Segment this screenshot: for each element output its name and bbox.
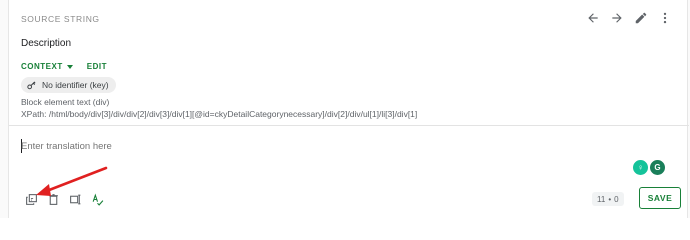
translation-area: ♀ G: [9, 127, 689, 187]
identifier-text: No identifier (key): [42, 80, 109, 90]
context-row: CONTEXT EDIT: [21, 62, 107, 71]
pencil-icon[interactable]: [633, 10, 649, 26]
source-description: Description: [21, 38, 72, 49]
grammarly-icon[interactable]: G: [650, 160, 665, 175]
translation-input[interactable]: [21, 141, 621, 152]
delete-icon[interactable]: [45, 191, 61, 207]
chevron-down-icon: [66, 64, 73, 69]
identifier-chip: No identifier (key): [21, 77, 116, 93]
editor-toolbar: 11 • 0 SAVE: [9, 186, 689, 214]
arrow-left-icon[interactable]: [585, 10, 601, 26]
copy-source-icon[interactable]: [23, 191, 39, 207]
block-type-text: Block element text (div): [21, 97, 110, 107]
context-label: CONTEXT: [21, 62, 63, 71]
extension-badge-icon[interactable]: ♀: [633, 160, 648, 175]
more-vert-icon[interactable]: [657, 10, 673, 26]
editor-card: SOURCE STRING Description CONTEXT EDIT N…: [8, 0, 689, 218]
element-info: Block element text (div) XPath: /html/bo…: [21, 97, 417, 120]
source-actions: [585, 10, 673, 26]
character-counter: 11 • 0: [592, 192, 624, 206]
context-toggle[interactable]: CONTEXT: [21, 62, 73, 71]
key-icon: [27, 80, 36, 89]
save-button[interactable]: SAVE: [639, 187, 681, 209]
arrow-right-icon[interactable]: [609, 10, 625, 26]
source-string-section: SOURCE STRING Description CONTEXT EDIT N…: [9, 0, 689, 126]
source-string-label: SOURCE STRING: [21, 14, 100, 24]
toolbar-tools: [23, 191, 105, 207]
counter-value: 11: [597, 194, 606, 204]
counter-value-2: 0: [614, 194, 619, 204]
extension-badges: ♀ G: [633, 160, 665, 175]
edit-context-link[interactable]: EDIT: [87, 62, 107, 71]
spellcheck-icon[interactable]: [89, 191, 105, 207]
xpath-text: XPath: /html/body/div[3]/div/div[2]/div[…: [21, 108, 418, 119]
insert-tag-icon[interactable]: [67, 191, 83, 207]
counter-separator: •: [608, 194, 612, 204]
page-background: SOURCE STRING Description CONTEXT EDIT N…: [0, 0, 690, 218]
